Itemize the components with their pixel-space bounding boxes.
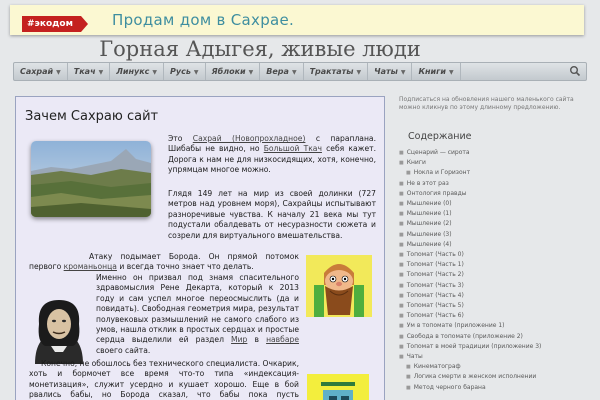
bullet-icon: ■: [399, 180, 404, 187]
bullet-icon: ■: [399, 150, 404, 156]
nav-item-books[interactable]: Книги ▼: [412, 63, 461, 80]
bullet-icon: ■: [406, 384, 411, 391]
bullet-icon: ■: [399, 262, 404, 269]
main-navbar: Сахрай ▼ Ткач ▼ Линукс ▼ Русь ▼ Яблоки ▼ Вера…: [13, 62, 587, 81]
paragraph-4: Именно он призвал под знамя спасительног…: [96, 273, 299, 355]
eco-house-tag[interactable]: #экодом: [22, 16, 88, 32]
bullet-icon: ■: [399, 303, 404, 310]
paragraph-5: Конечно, не обошлось без технического сп…: [29, 359, 299, 400]
bullet-icon: ■: [399, 323, 404, 330]
chevron-down-icon: ▼: [356, 69, 362, 76]
toc-item[interactable]: ■ Мышление (0): [399, 199, 589, 209]
toc-item[interactable]: ■ Кинематограф: [399, 362, 589, 372]
toc-item[interactable]: ■ Топомат (Часть 5): [399, 301, 589, 311]
toc-item[interactable]: ■ Свобода в топомате (приложение 2): [399, 332, 589, 342]
link-big-tkach[interactable]: Большой Ткач: [264, 144, 322, 153]
mountain-valley-photo[interactable]: [31, 141, 151, 217]
toc-item[interactable]: ■ Топомат (Часть 4): [399, 291, 589, 301]
descartes-portrait[interactable]: [29, 294, 89, 364]
nav-item-apples[interactable]: Яблоки ▼: [206, 63, 261, 80]
bullet-icon: ■: [399, 231, 404, 238]
toc-item[interactable]: ■ Мышление (1): [399, 209, 589, 219]
nav-item-treatises[interactable]: Трактаты ▼: [304, 63, 369, 80]
post-content: Зачем Сахраю сайт Это Сахрай (Новопрохла…: [15, 96, 385, 400]
nav-item-sahray[interactable]: Сахрай ▼: [14, 63, 68, 80]
paragraph-1: Это Сахрай (Новопрохладное) с параплана.…: [168, 134, 376, 175]
post-title[interactable]: Зачем Сахраю сайт: [25, 109, 158, 124]
nav-item-rus[interactable]: Русь ▼: [164, 63, 206, 80]
bullet-icon: ■: [399, 282, 404, 289]
bullet-icon: ■: [399, 201, 404, 208]
bullet-icon: ■: [399, 313, 404, 320]
link-navbar[interactable]: навбаре: [266, 335, 299, 344]
toc-item[interactable]: ■ Топомат (Часть 1): [399, 260, 589, 270]
toc-item[interactable]: ■ Онтология правды: [399, 189, 589, 199]
toc-item[interactable]: ■ Топомат в моей традиции (приложение 3): [399, 342, 589, 352]
search-icon[interactable]: [569, 65, 581, 77]
banner-text[interactable]: Продам дом в Сахрае.: [112, 10, 294, 30]
bullet-icon: ■: [399, 160, 404, 167]
bearded-man-drawing: [306, 255, 372, 317]
toc-item[interactable]: ■ Топомат (Часть 6): [399, 311, 589, 321]
bearded-man-cartoon[interactable]: [306, 255, 372, 317]
paragraph-3: Атаку подымает Борода. Он прямой потомок…: [29, 252, 299, 272]
toc-list: ■ Сценарий — сирота ■ Книги ■ Нокла и Гориз…: [399, 148, 589, 393]
robot-drawing: [307, 374, 369, 400]
nav-item-chats[interactable]: Чаты ▼: [368, 63, 413, 80]
chevron-down-icon: ▼: [152, 69, 157, 76]
bullet-icon: ■: [399, 211, 404, 218]
site-title[interactable]: Горная Адыгея, живые люди: [0, 37, 520, 61]
chevron-down-icon: ▼: [291, 69, 297, 76]
robot-cartoon[interactable]: [307, 374, 369, 400]
bullet-icon: ■: [406, 364, 411, 371]
bullet-icon: ■: [406, 374, 411, 381]
bullet-icon: ■: [399, 272, 404, 279]
toc-item[interactable]: ■ Мышление (4): [399, 240, 589, 250]
nav-item-tkach[interactable]: Ткач ▼: [68, 63, 111, 80]
link-sahray[interactable]: Сахрай (Новопрохладное): [193, 134, 306, 143]
bullet-icon: ■: [399, 241, 404, 248]
toc-item[interactable]: ■ Мышление (3): [399, 230, 589, 240]
mountain-photo-drawing: [31, 141, 151, 217]
chevron-down-icon: ▼: [448, 69, 454, 76]
toc-item[interactable]: ■ Топомат (Часть 2): [399, 270, 589, 280]
subscribe-link[interactable]: Подписаться на обновления нашего маленьк…: [399, 96, 589, 112]
toc-item[interactable]: ■ Чаты: [399, 352, 589, 362]
toc-item[interactable]: ■ Не в этот раз: [399, 179, 589, 189]
bullet-icon: ■: [399, 221, 404, 228]
chevron-down-icon: ▼: [400, 69, 406, 76]
toc-item[interactable]: ■ Мышление (2): [399, 219, 589, 229]
chevron-down-icon: ▼: [248, 69, 254, 76]
nav-item-linux[interactable]: Линукс ▼: [110, 63, 164, 80]
toc-item[interactable]: ■ Нокла и Горизонт: [399, 168, 589, 178]
nav-item-faith[interactable]: Вера ▼: [260, 63, 304, 80]
bullet-icon: ■: [399, 292, 404, 299]
paragraph-2: Глядя 149 лет на мир из своей долинки (7…: [168, 189, 376, 240]
bullet-icon: ■: [406, 170, 411, 177]
chevron-down-icon: ▼: [98, 69, 104, 76]
toc-item[interactable]: ■ Книги: [399, 158, 589, 168]
announcement-banner[interactable]: #экодом Продам дом в Сахрае.: [10, 5, 584, 35]
toc-item[interactable]: ■ Логика смерти в женском исполнении: [399, 372, 589, 382]
bullet-icon: ■: [399, 333, 404, 340]
bullet-icon: ■: [399, 354, 404, 361]
descartes-drawing: [29, 294, 89, 364]
toc-item[interactable]: ■ Метод черного барана: [399, 383, 589, 393]
link-cromagnon[interactable]: кроманьонца: [64, 262, 117, 271]
chevron-down-icon: ▼: [193, 69, 199, 76]
bullet-icon: ■: [399, 190, 404, 197]
bullet-icon: ■: [399, 252, 404, 259]
toc-item[interactable]: ■ Сценарий — сирота: [399, 148, 589, 158]
link-mir[interactable]: Мир: [231, 335, 247, 344]
toc-item[interactable]: ■ Топомат (Часть 0): [399, 250, 589, 260]
toc-title: Содержание: [408, 131, 472, 142]
toc-item[interactable]: ■ Топомат (Часть 3): [399, 281, 589, 291]
chevron-down-icon: ▼: [56, 69, 61, 76]
bullet-icon: ■: [399, 343, 404, 350]
toc-item[interactable]: ■ Ум в топомате (приложение 1): [399, 321, 589, 331]
